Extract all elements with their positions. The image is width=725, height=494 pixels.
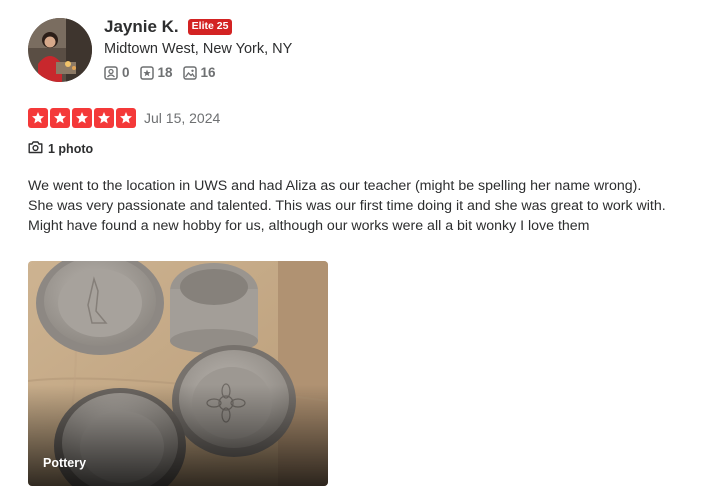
- review-card: Jaynie K. Elite 25 Midtown West, New Yor…: [0, 0, 725, 494]
- elite-badge: Elite 25: [187, 19, 233, 35]
- star-rating: [28, 108, 136, 128]
- friends-icon: [104, 65, 118, 80]
- avatar[interactable]: [28, 18, 92, 82]
- review-date: Jul 15, 2024: [144, 110, 221, 126]
- rating-star-icon: [50, 108, 70, 128]
- user-stats: 0 18 16: [104, 65, 216, 80]
- camera-icon: [28, 140, 43, 157]
- rating-star-icon: [28, 108, 48, 128]
- photos-count: 16: [200, 65, 216, 80]
- image-icon: [182, 65, 197, 80]
- friends-stat: 0: [104, 65, 130, 80]
- photos-stat: 16: [182, 65, 216, 80]
- photo-caption: Pottery: [43, 456, 87, 470]
- reviews-count: 18: [157, 65, 173, 80]
- rating-star-icon: [116, 108, 136, 128]
- photo-count-label: 1 photo: [48, 141, 94, 156]
- user-location: Midtown West, New York, NY: [104, 41, 293, 57]
- review-text: We went to the location in UWS and had A…: [28, 178, 666, 234]
- reviews-stat: 18: [139, 65, 173, 80]
- user-name[interactable]: Jaynie K.: [104, 17, 179, 37]
- photo-count-link[interactable]: 1 photo: [28, 140, 93, 157]
- rating-star-icon: [94, 108, 114, 128]
- review-photo[interactable]: Pottery: [28, 261, 328, 486]
- rating-star-icon: [72, 108, 92, 128]
- rating-row: Jul 15, 2024: [28, 108, 220, 128]
- user-name-row: Jaynie K. Elite 25: [104, 17, 233, 37]
- star-outline-icon: [139, 65, 154, 80]
- friends-count: 0: [122, 65, 130, 80]
